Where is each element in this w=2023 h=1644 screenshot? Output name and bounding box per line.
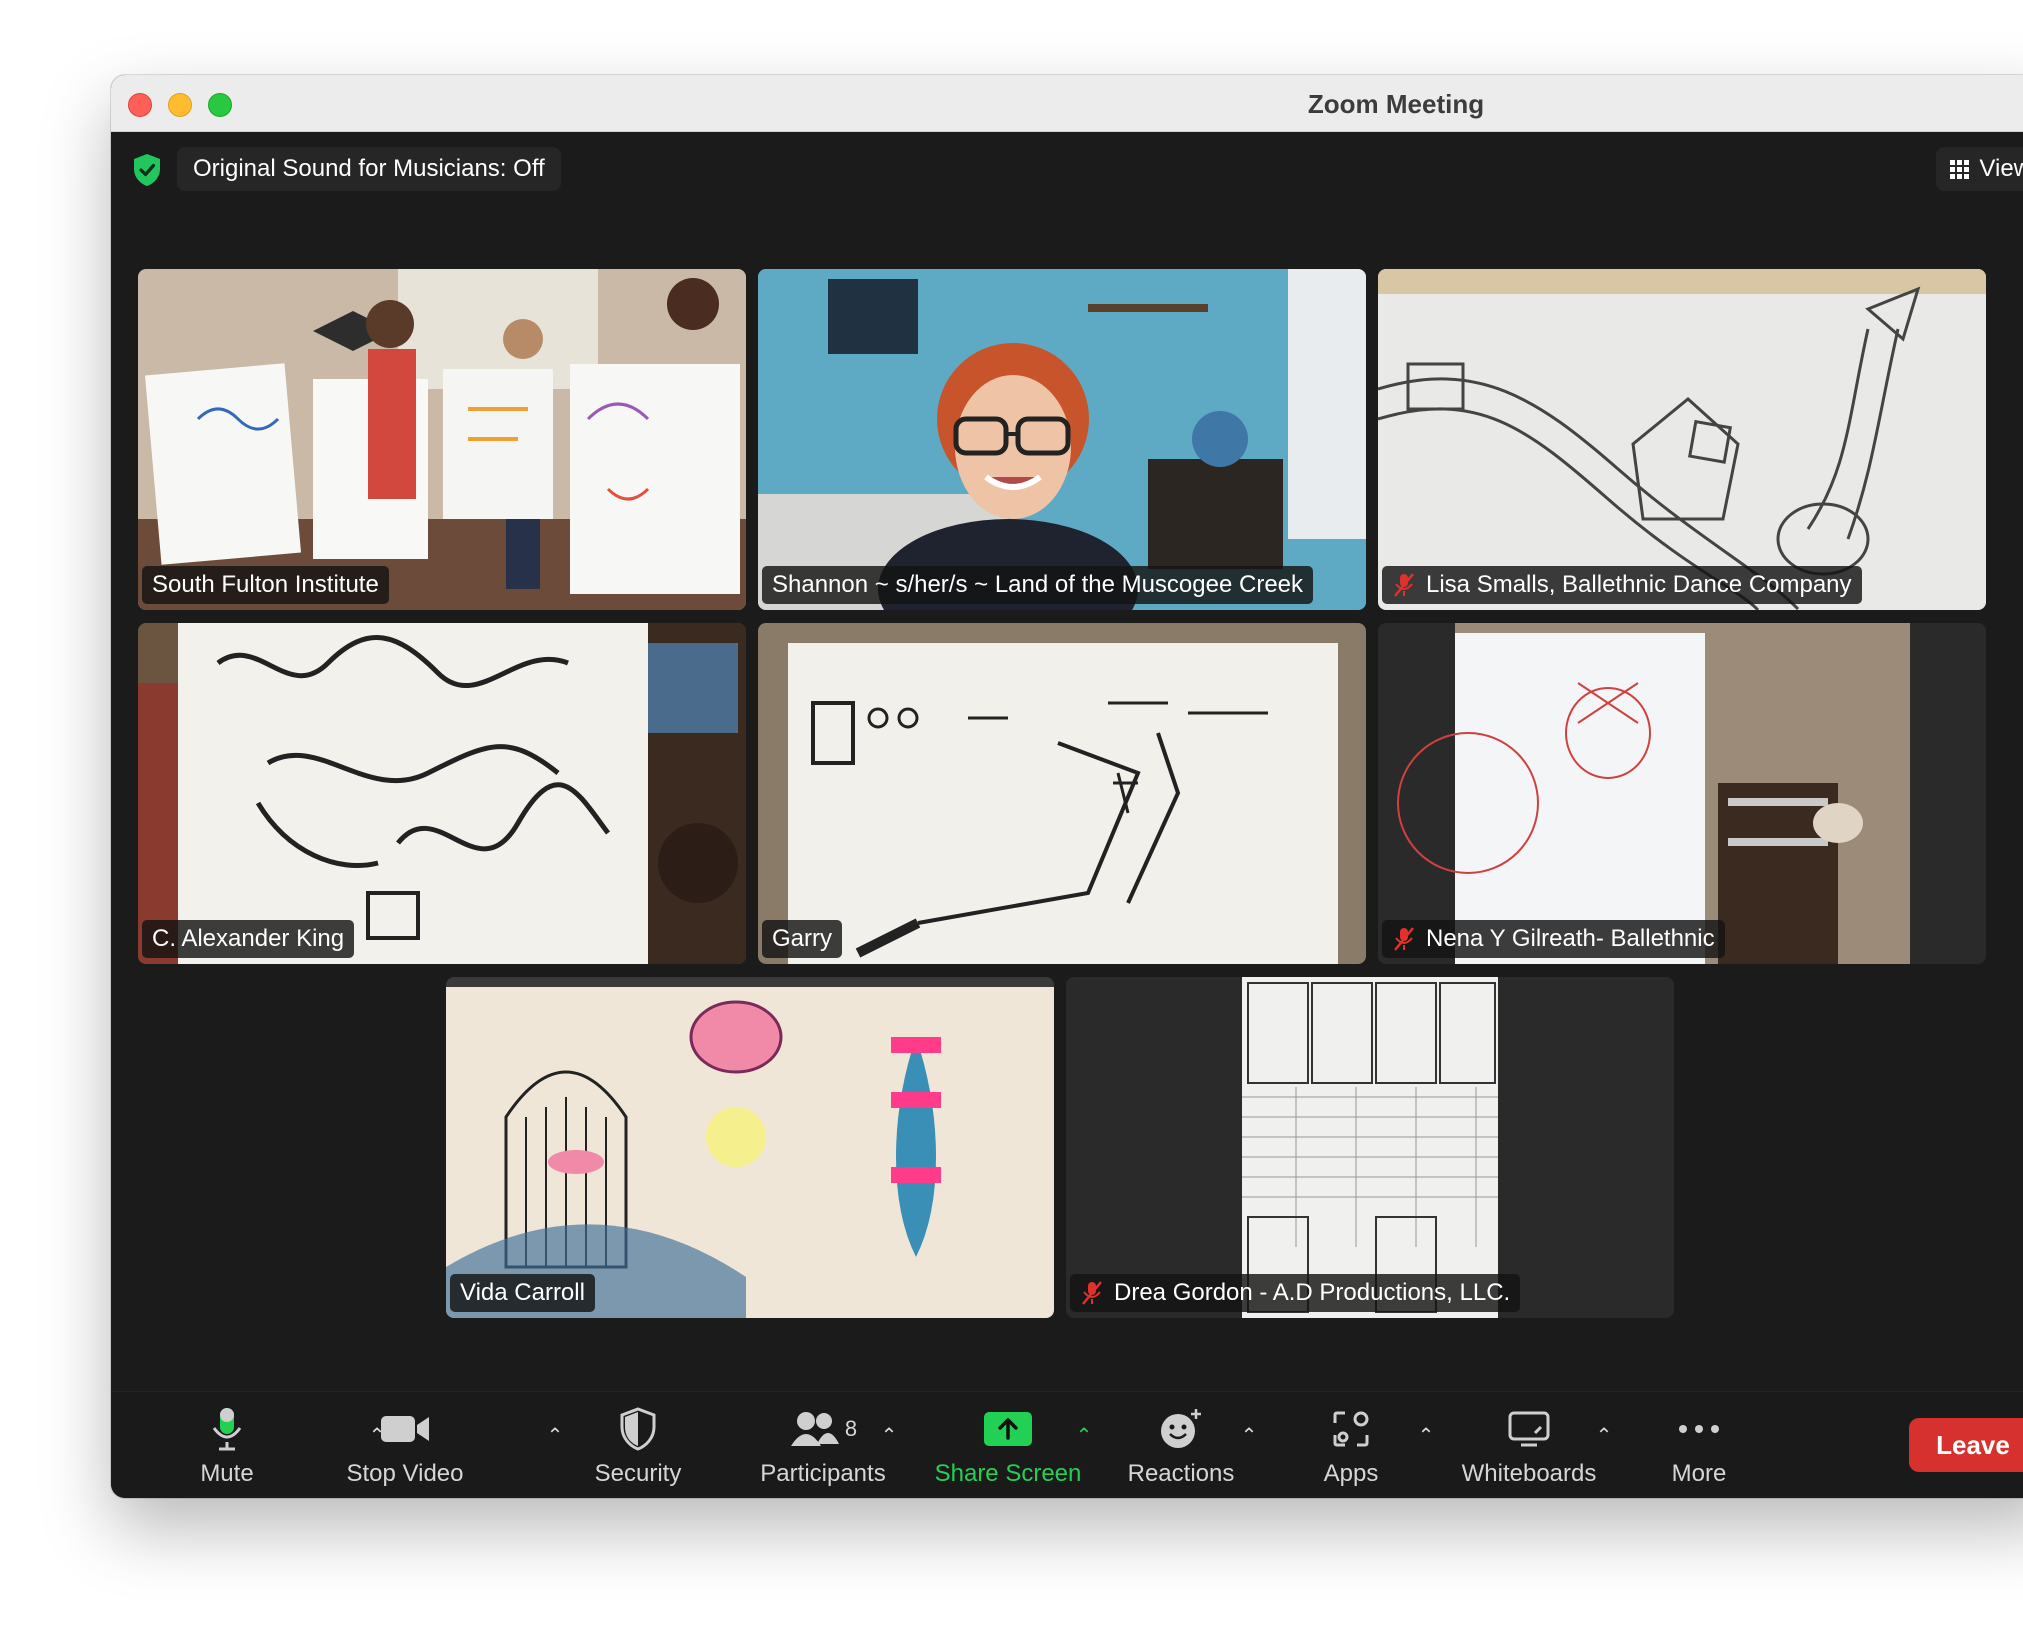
participant-video [1066,977,1674,1318]
video-tile[interactable]: C. Alexander King [138,623,746,964]
mic-muted-icon [1394,573,1414,597]
whiteboard-icon [1508,1411,1550,1447]
participant-name: Garry [772,925,832,952]
whiteboards-options-caret-icon[interactable]: ⌃ [1594,1426,1614,1446]
view-button[interactable]: View [1936,147,2023,191]
participant-name: Nena Y Gilreath- Ballethnic [1426,925,1715,952]
reactions-emoji-icon [1161,1409,1201,1448]
participant-name: C. Alexander King [152,925,345,952]
participant-name: South Fulton Institute [152,571,379,598]
participant-name: Vida Carroll [460,1279,585,1306]
share-screen-icon [984,1412,1032,1446]
close-window-button[interactable] [128,93,152,117]
stop-video-label: Stop Video [346,1460,464,1487]
share-screen-button[interactable]: Share Screen [923,1404,1093,1488]
participant-name-tag: C. Alexander King [142,920,355,958]
participant-name-tag: Nena Y Gilreath- Ballethnic [1382,920,1725,958]
original-sound-toggle[interactable]: Original Sound for Musicians: Off [177,147,561,191]
microphone-icon [212,1408,242,1451]
video-camera-icon [381,1416,429,1442]
participant-video [758,623,1366,964]
view-label: View [1979,155,2023,182]
participant-name: Drea Gordon - A.D Productions, LLC. [1114,1279,1511,1306]
participant-video [1378,623,1986,964]
more-dots-icon [1679,1425,1719,1433]
participant-name-tag: Drea Gordon - A.D Productions, LLC. [1070,1274,1521,1312]
participant-name-tag: Shannon ~ s/her/s ~ Land of the Muscogee… [762,566,1314,604]
participant-name-tag: South Fulton Institute [142,566,389,604]
grid-icon [1950,159,1970,179]
video-tile-active-speaker[interactable]: Shannon ~ s/her/s ~ Land of the Muscogee… [758,269,1366,610]
reactions-label: Reactions [1127,1460,1235,1487]
participant-name: Lisa Smalls, Ballethnic Dance Company [1426,571,1852,598]
video-tile[interactable]: Lisa Smalls, Ballethnic Dance Company [1378,269,1986,610]
participants-icon [790,1412,839,1446]
security-label: Security [594,1460,682,1487]
participant-video [758,269,1366,610]
whiteboards-button[interactable]: Whiteboards [1444,1404,1614,1488]
apps-icon [1333,1411,1369,1447]
video-tile[interactable]: South Fulton Institute [138,269,746,610]
mic-muted-icon [1082,1281,1102,1305]
security-button[interactable]: Security [553,1404,723,1488]
video-tile[interactable]: Garry [758,623,1366,964]
video-tile[interactable]: Drea Gordon - A.D Productions, LLC. [1066,977,1674,1318]
apps-label: Apps [1323,1460,1379,1487]
participant-name-tag: Vida Carroll [450,1274,595,1312]
apps-options-caret-icon[interactable]: ⌃ [1416,1426,1436,1446]
window-title: Zoom Meeting [1307,89,1485,119]
title-bar: Zoom Meeting [111,75,2023,132]
video-tile[interactable]: Nena Y Gilreath- Ballethnic [1378,623,1986,964]
video-tile[interactable]: Vida Carroll [446,977,1054,1318]
leave-meeting-button[interactable]: Leave [1909,1418,2023,1472]
mute-button[interactable]: Mute [142,1404,312,1488]
participant-video [1378,269,1986,610]
zoom-window: Zoom Meeting Original Sound for Musician… [111,75,2023,1498]
apps-button[interactable]: Apps [1266,1404,1436,1488]
participant-video [446,977,1054,1318]
participant-name-tag: Lisa Smalls, Ballethnic Dance Company [1382,566,1862,604]
zoom-window-button[interactable] [208,93,232,117]
participant-name: Shannon ~ s/her/s ~ Land of the Muscogee… [772,571,1304,598]
minimize-window-button[interactable] [168,93,192,117]
participant-video [138,623,746,964]
share-screen-label: Share Screen [934,1460,1082,1487]
whiteboards-label: Whiteboards [1461,1460,1597,1487]
participants-label: Participants [760,1460,886,1487]
participant-video [138,269,746,610]
participants-count: 8 [844,1416,858,1441]
more-label: More [1671,1460,1727,1487]
share-options-caret-icon[interactable]: ⌃ [1074,1426,1094,1446]
participant-name-tag: Garry [762,920,842,958]
security-shield-icon [620,1407,656,1451]
encryption-shield-icon[interactable] [131,152,163,188]
stop-video-button[interactable]: Stop Video [320,1404,490,1488]
meeting-toolbar: Mute ⌃ Stop Video ⌃ Security 8 Participa… [111,1391,2023,1498]
participants-options-caret-icon[interactable]: ⌃ [879,1426,899,1446]
mute-label: Mute [200,1460,254,1487]
reactions-options-caret-icon[interactable]: ⌃ [1239,1426,1259,1446]
mic-muted-icon [1394,927,1414,951]
more-button[interactable]: More [1614,1404,1784,1488]
